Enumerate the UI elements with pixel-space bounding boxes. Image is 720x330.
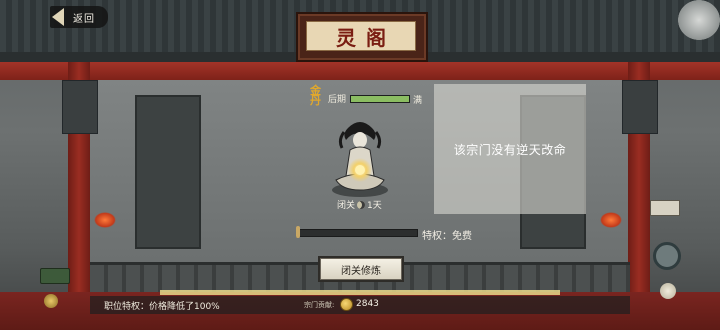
wall-panel-left	[135, 95, 201, 249]
privilege-text: 特权：免费	[422, 231, 472, 242]
lantern-right	[622, 80, 658, 134]
seclusion-cultivate-label: 闭关修炼	[341, 265, 381, 277]
meditating-figure-icon[interactable]	[330, 118, 390, 198]
back-arrow-icon	[52, 8, 64, 26]
position-privilege-text: 职位特权：价格降低了100%	[104, 302, 220, 312]
realm-stage-label: 后期	[328, 95, 347, 105]
seclusion-duration: 1天	[367, 201, 382, 211]
progress-knob	[296, 226, 300, 238]
realm-badge: 金丹	[310, 84, 321, 107]
side-orb-icon[interactable]	[44, 294, 58, 308]
contribution-label: 宗门贡献:	[304, 301, 335, 309]
flower-left	[94, 212, 116, 228]
page-title: 灵阁	[336, 25, 396, 50]
side-menu-tab[interactable]	[40, 268, 70, 284]
side-ring-icon[interactable]	[653, 242, 681, 270]
title-plaque: 灵阁	[296, 12, 428, 62]
side-tag[interactable]	[650, 200, 680, 216]
seclusion-label: 闭关	[337, 201, 356, 211]
realm-status: 满	[413, 96, 423, 106]
back-label: 返回	[73, 13, 95, 25]
realm-progress-fill	[351, 96, 409, 102]
lantern-left	[62, 80, 98, 134]
coin-icon	[340, 298, 353, 311]
info-message: 该宗门没有逆天改命	[453, 142, 567, 157]
back-button[interactable]: 返回	[50, 6, 108, 28]
seclusion-status: 闭关 1天	[337, 198, 389, 211]
title-plaque-inner: 灵阁	[306, 21, 416, 51]
info-panel: 该宗门没有逆天改命	[434, 84, 586, 214]
flower-right	[600, 212, 622, 228]
seclusion-cultivate-button[interactable]: 闭关修炼	[320, 258, 402, 280]
cultivation-progress-bar	[296, 229, 418, 237]
red-beam	[0, 62, 720, 80]
corner-ornament	[678, 0, 720, 40]
floor-light	[160, 290, 560, 295]
contribution-value: 2843	[356, 299, 379, 309]
moon-icon	[357, 200, 366, 209]
realm-progress-bar	[350, 95, 410, 103]
side-orb-right-icon[interactable]	[660, 283, 676, 299]
